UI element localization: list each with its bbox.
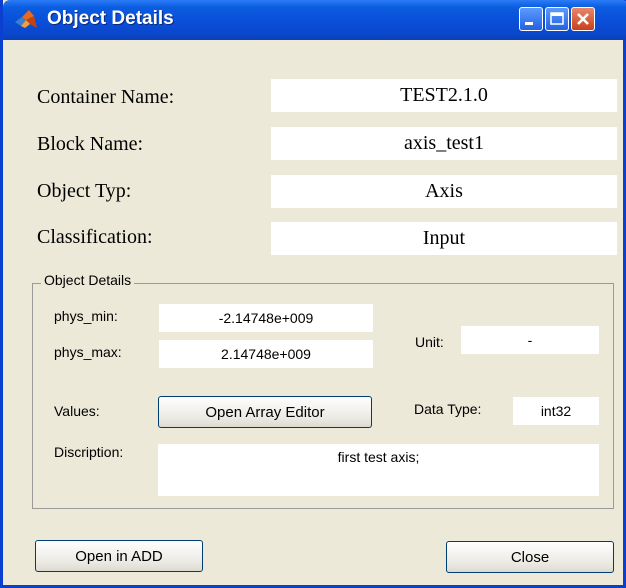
object-type-label: Object Typ: [37,180,132,202]
data-type-label: Data Type: [414,401,482,417]
description-label: Discription: [54,444,124,460]
unit-field: - [461,326,599,354]
phys-max-label: phys_max: [54,344,122,360]
matlab-logo-icon [15,10,37,28]
phys-min-field: -2.14748e+009 [159,304,373,332]
phys-max-field: 2.14748e+009 [159,340,373,368]
block-name-label: Block Name: [37,133,144,155]
minimize-icon [525,22,533,25]
data-type-field: int32 [513,397,599,425]
open-array-editor-button[interactable]: Open Array Editor [158,396,372,428]
object-details-window: Object Details Container Name: TEST2.1.0… [0,0,626,588]
maximize-icon [550,12,564,25]
description-field: first test axis; [158,444,599,496]
classification-label: Classification: [37,226,153,248]
phys-min-label: phys_min: [54,308,118,324]
values-label: Values: [54,403,100,419]
container-name-field: TEST2.1.0 [271,79,617,112]
group-title: Object Details [41,272,135,288]
object-type-field: Axis [271,175,617,208]
unit-label: Unit: [415,334,444,350]
maximize-button[interactable] [545,7,569,31]
classification-field: Input [271,222,617,255]
block-name-field: axis_test1 [271,127,617,160]
window-title: Object Details [47,8,174,29]
container-name-label: Container Name: [37,86,175,108]
close-icon [577,13,589,25]
open-in-add-button[interactable]: Open in ADD [35,540,203,572]
close-button[interactable]: Close [446,541,614,573]
close-window-button[interactable] [571,7,595,31]
title-bar[interactable]: Object Details [3,0,626,40]
minimize-button[interactable] [519,7,543,31]
